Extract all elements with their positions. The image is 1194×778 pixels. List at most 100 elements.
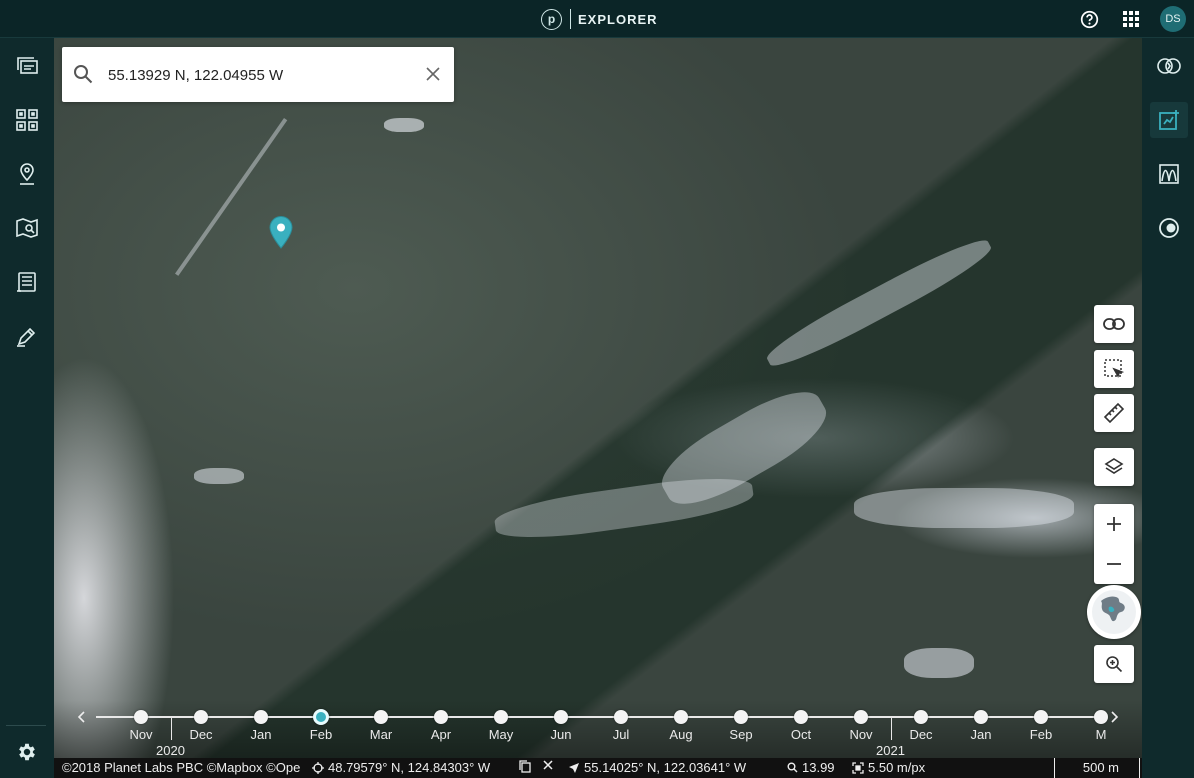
magnifier-icon (787, 762, 798, 773)
terrain-texture (384, 118, 424, 132)
orders-icon[interactable] (13, 268, 41, 296)
pin-coordinates-text: 48.79579° N, 124.84303° W (328, 760, 491, 775)
timeline-month-label[interactable]: Mar (361, 727, 401, 742)
zoom-out-icon[interactable] (1094, 544, 1134, 584)
terrain-texture (904, 648, 974, 678)
brand-divider (570, 9, 571, 29)
timeline-dot[interactable] (614, 710, 628, 724)
timeline-dot[interactable] (1034, 710, 1048, 724)
copy-icon[interactable] (519, 760, 535, 773)
zoom-level: 13.99 (787, 760, 835, 775)
rail-divider (6, 725, 46, 726)
timeline-dot[interactable] (554, 710, 568, 724)
timeline-next-icon[interactable] (1107, 708, 1123, 726)
timeline-month-label[interactable]: Nov (121, 727, 161, 742)
zoom-to-fit-icon[interactable] (1094, 645, 1134, 683)
location-pin-icon[interactable] (268, 215, 294, 249)
map-search-icon[interactable] (13, 214, 41, 242)
timeline-month-label[interactable]: Oct (781, 727, 821, 742)
search-input[interactable] (108, 64, 408, 86)
timeline-dot[interactable] (1094, 710, 1108, 724)
timeline-month-label[interactable]: Sep (721, 727, 761, 742)
timeline-dot[interactable] (734, 710, 748, 724)
attribution[interactable]: ©2018 Planet Labs PBC ©Mapbox ©Ope (62, 760, 300, 775)
ruler-icon[interactable] (1094, 394, 1134, 432)
layers-icon[interactable] (13, 52, 41, 80)
timeline-month-label[interactable]: Dec (901, 727, 941, 742)
settings-icon[interactable] (13, 738, 41, 766)
year-divider (891, 718, 892, 740)
scale-bar: 500 m (1054, 758, 1140, 778)
timeline-track (96, 716, 1106, 718)
year-divider (171, 718, 172, 740)
timeline-dot[interactable] (194, 710, 208, 724)
timeline-prev-icon[interactable] (73, 708, 89, 726)
dark-mode-icon[interactable] (1150, 210, 1188, 246)
resolution-icon (852, 761, 864, 774)
mosaic-grid-icon[interactable] (13, 106, 41, 134)
timeline-dot[interactable] (974, 710, 988, 724)
app-title: EXPLORER (578, 11, 658, 27)
search-icon (72, 63, 94, 85)
terrain-texture (761, 231, 997, 375)
timeline-month-label[interactable]: Jan (241, 727, 281, 742)
navigation-icon (569, 762, 579, 773)
clear-coordinates-icon[interactable] (543, 760, 557, 770)
explorer-app: p EXPLORER DS 55.13929 N, 122.04955 W No… (0, 0, 1194, 778)
scale-label: 500 m (1082, 760, 1119, 775)
zoom-level-text: 13.99 (802, 760, 835, 775)
timeline-selected-dot[interactable] (313, 709, 329, 725)
timeline-month-label[interactable]: Jul (601, 727, 641, 742)
draw-icon[interactable] (13, 322, 41, 350)
globe-icon[interactable] (1087, 585, 1141, 639)
timeline-dot[interactable] (434, 710, 448, 724)
satellite-map[interactable] (54, 38, 1142, 778)
timeline-month-label[interactable]: Feb (301, 727, 341, 742)
timeline-month-label[interactable]: Dec (181, 727, 221, 742)
places-icon[interactable] (13, 160, 41, 188)
timeline-month-label[interactable]: M (1081, 727, 1121, 742)
timeline-month-label[interactable]: Jan (961, 727, 1001, 742)
timeline-dot[interactable] (134, 710, 148, 724)
timeline-month-label[interactable]: Nov (841, 727, 881, 742)
timeline-dot[interactable] (254, 710, 268, 724)
top-bar: p EXPLORER DS (0, 0, 1194, 38)
select-area-icon[interactable] (1094, 350, 1134, 388)
zoom-in-icon[interactable] (1094, 504, 1134, 544)
compare-icon[interactable] (1150, 48, 1188, 84)
graph-icon[interactable] (1150, 156, 1188, 192)
right-rail (1142, 38, 1194, 778)
year-label: 2020 (156, 743, 185, 758)
timeline-dot[interactable] (854, 710, 868, 724)
timeline-dot[interactable] (494, 710, 508, 724)
brand[interactable]: p EXPLORER (541, 8, 658, 30)
timeline-month-label[interactable]: Aug (661, 727, 701, 742)
timeline-dot[interactable] (914, 710, 928, 724)
layers-stack-icon[interactable] (1094, 448, 1134, 486)
resolution: 5.50 m/px (852, 760, 925, 775)
timeline-dot[interactable] (374, 710, 388, 724)
apps-grid-icon[interactable] (1120, 8, 1142, 30)
link-icon[interactable] (1094, 305, 1134, 343)
zoom-controls (1094, 504, 1134, 584)
crosshair-icon (312, 761, 324, 774)
timeline-dot[interactable] (794, 710, 808, 724)
timeline-month-label[interactable]: Apr (421, 727, 461, 742)
year-label: 2021 (876, 743, 905, 758)
cursor-coordinates-text: 55.14025° N, 122.03641° W (584, 760, 747, 775)
terrain-texture (194, 468, 244, 484)
left-rail (0, 38, 54, 778)
status-bar: ©2018 Planet Labs PBC ©Mapbox ©Ope 48.79… (54, 758, 1142, 778)
user-avatar[interactable]: DS (1160, 6, 1186, 32)
close-icon[interactable] (422, 63, 444, 85)
timeline-month-label[interactable]: Feb (1021, 727, 1061, 742)
timeline: Nov Dec Jan Feb Mar Apr May Jun Jul Aug Sep Oct Nov D… (54, 700, 1142, 758)
analysis-icon[interactable] (1150, 102, 1188, 138)
search-box (62, 47, 454, 102)
timeline-month-label[interactable]: May (481, 727, 521, 742)
pin-coordinates: 48.79579° N, 124.84303° W (312, 760, 490, 775)
timeline-month-label[interactable]: Jun (541, 727, 581, 742)
help-icon[interactable] (1078, 8, 1100, 30)
timeline-dot[interactable] (674, 710, 688, 724)
resolution-text: 5.50 m/px (868, 760, 926, 775)
